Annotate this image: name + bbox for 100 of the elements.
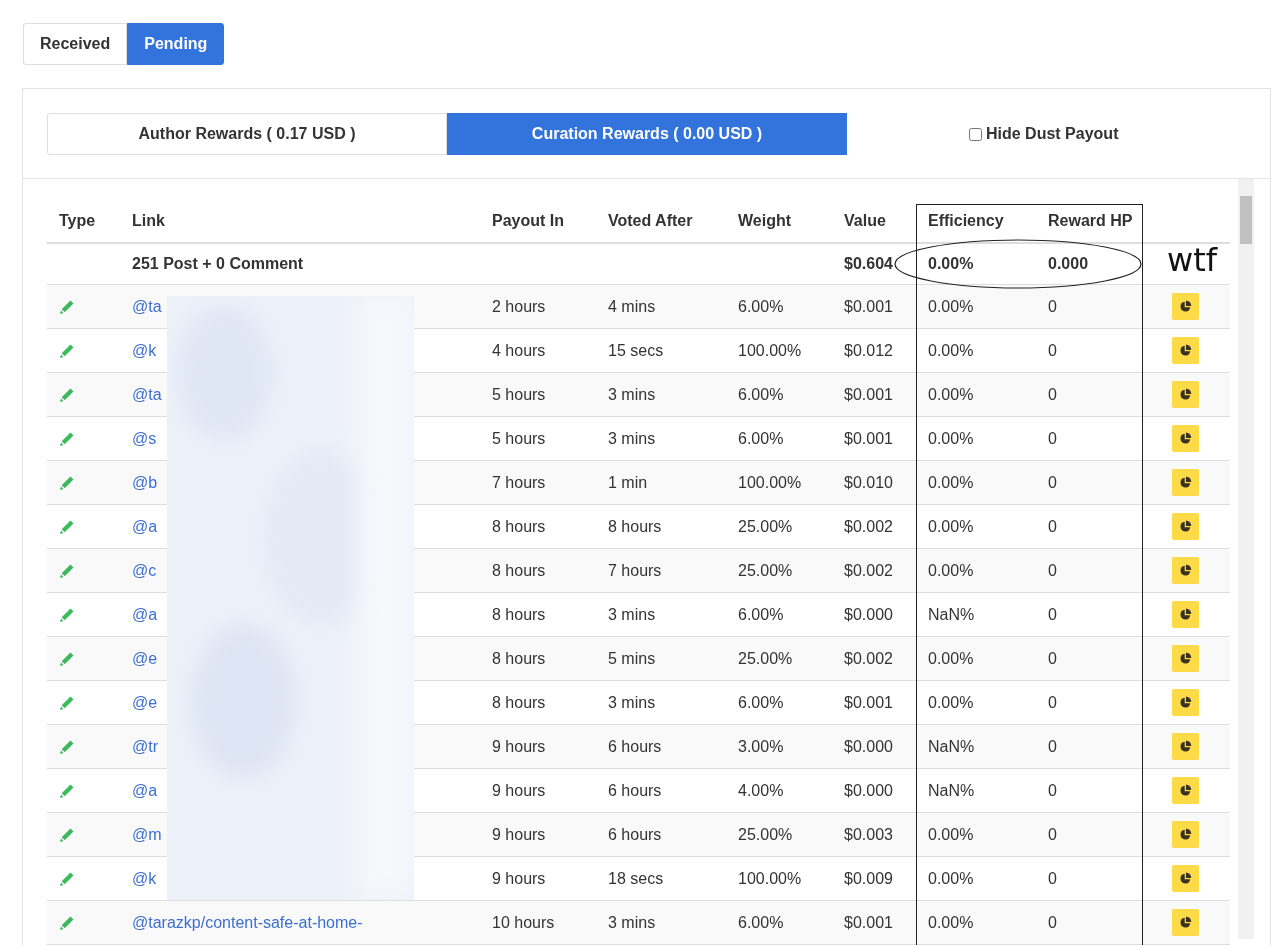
- table-cell: 0: [1036, 900, 1140, 945]
- table-cell: 6.00%: [726, 416, 832, 461]
- table-cell: 18 secs: [596, 856, 726, 901]
- reward-tab[interactable]: Author Rewards ( 0.17 USD ): [47, 113, 447, 155]
- post-link[interactable]: @e: [132, 693, 158, 711]
- view-tab[interactable]: Received: [23, 23, 128, 65]
- column-header: Link: [120, 200, 480, 243]
- table-cell: 0.00%: [916, 812, 1036, 857]
- post-link[interactable]: @a: [132, 517, 158, 535]
- post-link[interactable]: @k: [132, 341, 157, 359]
- table-cell: 0: [1036, 504, 1140, 549]
- pencil-icon: [59, 870, 75, 887]
- scrollbar[interactable]: [1238, 179, 1254, 939]
- table-cell: 0: [1036, 416, 1140, 461]
- table-cell: 5 mins: [596, 636, 726, 681]
- table-cell: 6.00%: [726, 372, 832, 417]
- table-cell: 0: [1036, 592, 1140, 637]
- pencil-icon: [59, 518, 75, 535]
- post-link[interactable]: @k: [132, 869, 157, 887]
- chart-button[interactable]: [1171, 909, 1199, 936]
- post-link[interactable]: @a: [132, 605, 158, 623]
- chart-button[interactable]: [1171, 513, 1199, 540]
- column-header: Weight: [726, 200, 832, 243]
- pencil-icon: [59, 474, 75, 491]
- table-cell: 9 hours: [480, 812, 596, 857]
- chart-button[interactable]: [1171, 337, 1199, 364]
- table-cell: 6 hours: [596, 812, 726, 857]
- table-cell: $0.009: [832, 856, 916, 901]
- table-cell: 8 hours: [480, 636, 596, 681]
- table-cell: $0.003: [832, 812, 916, 857]
- post-link[interactable]: @b: [132, 473, 158, 491]
- table-cell: 3 mins: [596, 372, 726, 417]
- pie-chart-icon: [1178, 740, 1192, 753]
- pencil-icon: [59, 606, 75, 623]
- post-link[interactable]: @c: [132, 561, 157, 579]
- table-cell: 10 hours: [480, 900, 596, 945]
- table-cell: 6.00%: [726, 900, 832, 945]
- chart-button[interactable]: [1171, 557, 1199, 584]
- chart-button[interactable]: [1171, 777, 1199, 804]
- post-link[interactable]: @ta: [132, 297, 162, 315]
- chart-button[interactable]: [1171, 601, 1199, 628]
- table-cell: 7 hours: [596, 548, 726, 593]
- post-link[interactable]: @ta: [132, 385, 162, 403]
- pencil-icon: [59, 386, 75, 403]
- column-header: Voted After: [596, 200, 726, 243]
- table-cell: 6.00%: [726, 680, 832, 725]
- table-cell: 8 hours: [480, 680, 596, 725]
- reward-tab[interactable]: Curation Rewards ( 0.00 USD ): [447, 113, 847, 155]
- pencil-icon: [59, 738, 75, 755]
- checkbox-label: Hide Dust Payout: [986, 125, 1119, 143]
- chart-button[interactable]: [1171, 469, 1199, 496]
- chart-button[interactable]: [1171, 293, 1199, 320]
- summary-cell: 0.00%: [916, 243, 1036, 285]
- table-cell: $0.001: [832, 284, 916, 329]
- chart-button[interactable]: [1171, 645, 1199, 672]
- table-cell: 8 hours: [480, 548, 596, 593]
- table-cell: 4 hours: [480, 328, 596, 373]
- chart-button[interactable]: [1171, 425, 1199, 452]
- table-cell: 25.00%: [726, 812, 832, 857]
- pie-chart-icon: [1178, 388, 1192, 401]
- post-link[interactable]: @s: [132, 429, 157, 447]
- table-cell: 9 hours: [480, 856, 596, 901]
- post-link[interactable]: @tr: [132, 737, 158, 755]
- post-link[interactable]: @m: [132, 825, 162, 843]
- chart-button[interactable]: [1171, 821, 1199, 848]
- table-cell: 2 hours: [480, 284, 596, 329]
- pie-chart-icon: [1178, 432, 1192, 445]
- post-link[interactable]: @e: [132, 649, 158, 667]
- column-header: Value: [832, 200, 916, 243]
- pencil-icon: [59, 782, 75, 799]
- table-cell: 9 hours: [480, 724, 596, 769]
- table-cell: 3 mins: [596, 900, 726, 945]
- table-cell: NaN%: [916, 592, 1036, 637]
- table-cell: 3.00%: [726, 724, 832, 769]
- table-cell: 6 hours: [596, 724, 726, 769]
- table-cell: $0.001: [832, 900, 916, 945]
- table-cell: 0: [1036, 328, 1140, 373]
- summary-cell: $0.604: [832, 243, 916, 285]
- chart-button[interactable]: [1171, 865, 1199, 892]
- table-cell: 3 mins: [596, 592, 726, 637]
- post-link[interactable]: @a: [132, 781, 158, 799]
- pencil-icon: [59, 826, 75, 843]
- view-tab[interactable]: Pending: [127, 23, 225, 65]
- pie-chart-icon: [1178, 652, 1192, 665]
- chart-button[interactable]: [1171, 733, 1199, 760]
- chart-button[interactable]: [1171, 689, 1199, 716]
- pie-chart-icon: [1178, 696, 1192, 709]
- table-cell: 100.00%: [726, 856, 832, 901]
- checkbox[interactable]: [969, 127, 982, 141]
- pie-chart-icon: [1178, 608, 1192, 621]
- table-cell: 8 hours: [480, 504, 596, 549]
- table-cell: 3 mins: [596, 680, 726, 725]
- table-cell: 0.00%: [916, 680, 1036, 725]
- table-cell: 5 hours: [480, 372, 596, 417]
- table-cell: 0.00%: [916, 416, 1036, 461]
- table-cell: 0: [1036, 636, 1140, 681]
- table-cell: 0: [1036, 856, 1140, 901]
- chart-button[interactable]: [1171, 381, 1199, 408]
- pie-chart-icon: [1178, 872, 1192, 885]
- table-cell: $0.001: [832, 372, 916, 417]
